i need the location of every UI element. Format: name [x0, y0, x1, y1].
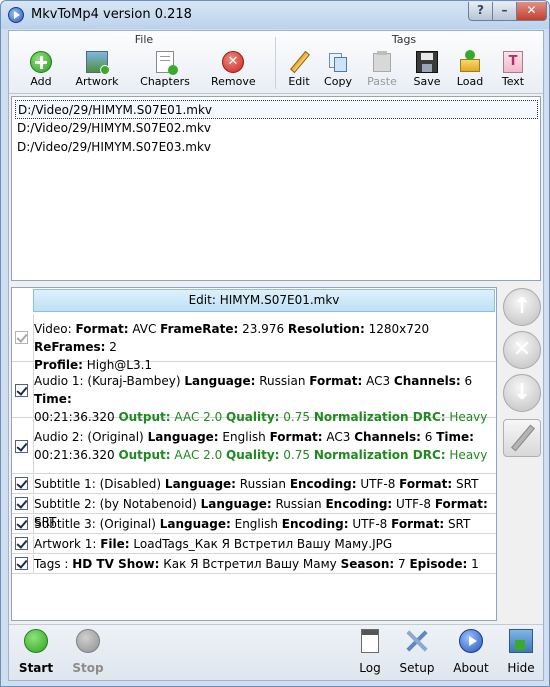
main-window: MkvToMp4 version 0.218 ? – ✕ File Tags A…: [0, 0, 550, 687]
subtitle-track-row[interactable]: Subtitle 1: (Disabled) Language: Russian…: [12, 475, 496, 494]
artwork-text: Artwork 1: File: LoadTags_Как Я Встретил…: [34, 537, 393, 551]
play-icon: [459, 629, 483, 653]
tags-checkbox[interactable]: [15, 557, 28, 570]
start-icon: [24, 629, 48, 653]
remove-icon: ✕: [222, 51, 244, 73]
move-down-button[interactable]: ↓: [503, 374, 541, 412]
audio-track-row[interactable]: Audio 2: (Original) Language: English Fo…: [12, 419, 496, 474]
log-icon: [361, 629, 379, 653]
stop-button[interactable]: Stop: [67, 629, 109, 679]
save-button[interactable]: Save: [412, 51, 442, 91]
audio-1-track-text: Audio 1: (Kuraj-Bambey) Language: Russia…: [34, 374, 488, 424]
artwork-row[interactable]: Artwork 1: File: LoadTags_Как Я Встретил…: [12, 535, 496, 554]
file-list-item[interactable]: D:/Video/29/HIMYM.S07E03.mkv: [15, 138, 538, 157]
floppy-disk-icon: [416, 51, 438, 73]
app-play-icon: [8, 7, 24, 23]
close-button[interactable]: ✕: [516, 2, 547, 21]
subtitle-1-checkbox[interactable]: [15, 477, 28, 490]
tags-text: Tags : HD TV Show: Как Я Встретил Вашу М…: [34, 557, 479, 571]
edit-button[interactable]: Edit: [284, 50, 314, 91]
copy-button[interactable]: Copy: [323, 51, 353, 91]
file-list-item[interactable]: D:/Video/29/HIMYM.S07E02.mkv: [15, 119, 538, 138]
edit-track-button[interactable]: [503, 419, 541, 457]
title-bar[interactable]: MkvToMp4 version 0.218 ? – ✕: [1, 1, 549, 29]
start-button[interactable]: Start: [15, 629, 57, 679]
text-button[interactable]: T Text: [498, 51, 528, 91]
group-separator: [275, 37, 276, 89]
audio-2-checkbox[interactable]: [15, 440, 28, 453]
add-button[interactable]: Add: [23, 51, 59, 91]
file-group-title: File: [134, 33, 154, 46]
copy-icon: [327, 51, 349, 73]
text-icon: T: [503, 51, 523, 73]
tags-group-title: Tags: [391, 33, 417, 46]
hide-button[interactable]: Hide: [503, 629, 539, 679]
arrow-down-icon: ↓: [512, 380, 532, 405]
paste-button[interactable]: Paste: [365, 51, 399, 91]
client-area: File Tags Add Artwork Chapters ✕ Remove …: [8, 30, 544, 681]
stop-icon: [76, 629, 100, 653]
remove-track-button[interactable]: ✕: [503, 331, 541, 369]
chapters-button[interactable]: Chapters: [139, 51, 191, 91]
help-button[interactable]: ?: [468, 2, 493, 21]
pencil-icon: [288, 50, 311, 74]
file-list-item[interactable]: D:/Video/29/HIMYM.S07E01.mkv: [15, 100, 538, 119]
tools-icon: [405, 629, 429, 653]
subtitle-3-checkbox[interactable]: [15, 517, 28, 530]
window-title: MkvToMp4 version 0.218: [31, 7, 192, 22]
track-detail-list[interactable]: Edit: HIMYM.S07E01.mkv Video: Format: AV…: [11, 287, 497, 621]
about-button[interactable]: About: [451, 629, 491, 679]
tags-row[interactable]: Tags : HD TV Show: Как Я Встретил Вашу М…: [12, 555, 496, 574]
subtitle-track-row[interactable]: Subtitle 2: (by Notabenoid) Language: Ru…: [12, 495, 496, 529]
remove-button[interactable]: ✕ Remove: [211, 51, 256, 91]
audio-track-row[interactable]: Audio 1: (Kuraj-Bambey) Language: Russia…: [12, 363, 496, 424]
artwork-icon: [86, 51, 110, 75]
add-icon: [30, 51, 52, 73]
video-checkbox[interactable]: [15, 331, 28, 344]
edit-header: Edit: HIMYM.S07E01.mkv: [33, 289, 495, 312]
log-button[interactable]: Log: [353, 629, 387, 679]
artwork-button[interactable]: Artwork: [73, 51, 121, 91]
audio-2-track-text: Audio 2: (Original) Language: English Fo…: [34, 430, 488, 462]
bottom-bar: Start Stop Log Setup About Hide: [9, 624, 543, 680]
subtitle-2-checkbox[interactable]: [15, 497, 28, 510]
hide-window-icon: [509, 629, 533, 653]
video-track-row[interactable]: Video: Format: AVC FrameRate: 23.976 Res…: [12, 314, 496, 372]
pencil-icon: [511, 424, 535, 452]
paste-icon: [371, 51, 393, 73]
subtitle-1-track-text: Subtitle 1: (Disabled) Language: Russian…: [34, 477, 479, 491]
subtitle-3-track-text: Subtitle 3: (Original) Language: English…: [34, 517, 471, 531]
close-icon: ✕: [512, 337, 532, 362]
subtitle-track-row[interactable]: Subtitle 3: (Original) Language: English…: [12, 515, 496, 534]
move-up-button[interactable]: ↑: [503, 288, 541, 326]
minimize-button[interactable]: –: [492, 2, 517, 21]
setup-button[interactable]: Setup: [397, 629, 437, 679]
audio-1-checkbox[interactable]: [15, 384, 28, 397]
chapters-icon: [156, 51, 178, 75]
toolbar: File Tags Add Artwork Chapters ✕ Remove …: [9, 31, 543, 94]
arrow-up-icon: ↑: [512, 294, 532, 319]
file-list[interactable]: D:/Video/29/HIMYM.S07E01.mkv D:/Video/29…: [11, 96, 541, 281]
load-button[interactable]: Load: [455, 50, 485, 91]
load-folder-icon: [459, 50, 481, 73]
artwork-checkbox[interactable]: [15, 537, 28, 550]
